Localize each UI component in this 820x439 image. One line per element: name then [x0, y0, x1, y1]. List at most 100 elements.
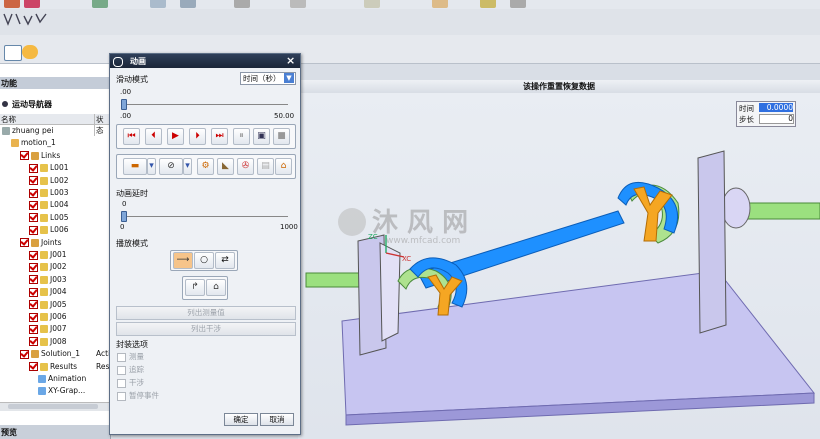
interference-button[interactable]: ⚙: [197, 158, 214, 175]
grid-view-icon[interactable]: [4, 45, 22, 61]
visibility-checkbox[interactable]: [29, 312, 38, 322]
save-icon[interactable]: [92, 0, 108, 8]
tree-row[interactable]: Animation: [0, 373, 110, 385]
settings-icon[interactable]: [510, 0, 526, 8]
tree-row[interactable]: L001: [0, 162, 110, 174]
pause-button[interactable]: ⏸: [233, 128, 250, 145]
graphics-viewport[interactable]: ZC XC 沐 风 网 www.mfcad.com 时间 0.0000 步长 0: [298, 93, 820, 439]
col-name[interactable]: 名称: [1, 114, 16, 125]
visibility-checkbox[interactable]: [29, 188, 38, 198]
visibility-checkbox[interactable]: [29, 163, 38, 173]
navigator-scrollbar[interactable]: [0, 402, 110, 411]
tree-row[interactable]: L003: [0, 187, 110, 199]
key-icon[interactable]: [22, 45, 38, 59]
option-interference-checkbox[interactable]: [117, 378, 126, 388]
tree-row[interactable]: XY-Grap...: [0, 385, 110, 397]
delay-slider-track[interactable]: [122, 216, 288, 217]
loop-button[interactable]: ○: [194, 252, 214, 269]
time-slider-handle[interactable]: [121, 99, 127, 110]
rewind-start-button[interactable]: ⏮: [123, 128, 140, 145]
visibility-checkbox[interactable]: [29, 262, 38, 272]
layer-icon[interactable]: [432, 0, 448, 8]
tree-row[interactable]: L006: [0, 224, 110, 236]
trace-tool-button[interactable]: ⊘: [159, 158, 183, 175]
visibility-checkbox[interactable]: [29, 250, 38, 260]
visibility-checkbox[interactable]: [29, 213, 38, 223]
tree-row[interactable]: Links: [0, 150, 110, 162]
pin-icon[interactable]: [2, 101, 8, 107]
tree-row[interactable]: ResultsResu: [0, 361, 110, 373]
visibility-checkbox[interactable]: [29, 200, 38, 210]
time-slider-track[interactable]: [122, 104, 288, 105]
trace-dropdown-icon[interactable]: ▾: [183, 158, 192, 175]
measure-dropdown-icon[interactable]: ▾: [147, 158, 156, 175]
tree-row[interactable]: Solution_1 Acti: [0, 348, 110, 360]
color-icon[interactable]: [480, 0, 496, 8]
preview-bar[interactable]: 预览: [0, 425, 110, 439]
option-interference[interactable]: 干涉: [117, 377, 144, 388]
visibility-checkbox[interactable]: [20, 238, 29, 248]
tree-row[interactable]: J004: [0, 286, 110, 298]
visibility-checkbox[interactable]: [20, 349, 29, 359]
dialog-title-bar[interactable]: 动画 ×: [110, 54, 300, 68]
visibility-checkbox[interactable]: [29, 324, 38, 334]
step-back-button[interactable]: ⏴: [145, 128, 162, 145]
ping-pong-button[interactable]: ⇄: [215, 252, 235, 269]
redo-icon[interactable]: [24, 0, 40, 8]
tree-row[interactable]: J008: [0, 336, 110, 348]
tree-row[interactable]: L005: [0, 212, 110, 224]
ok-button[interactable]: 确定: [224, 413, 258, 426]
tree-row[interactable]: Joints: [0, 237, 110, 249]
option-measure-checkbox[interactable]: [117, 352, 126, 362]
visibility-checkbox[interactable]: [29, 337, 38, 347]
tree-row[interactable]: J001: [0, 249, 110, 261]
close-icon[interactable]: ×: [286, 54, 295, 67]
step-mode-b-button[interactable]: ⌂: [206, 279, 226, 296]
tree-row[interactable]: J002: [0, 261, 110, 273]
stop-button[interactable]: ■: [273, 128, 290, 145]
cancel-button[interactable]: 取消: [260, 413, 294, 426]
play-once-button[interactable]: ⟶: [173, 252, 193, 269]
measure-tool-button[interactable]: ▬: [123, 158, 147, 175]
point-icon[interactable]: [290, 0, 306, 8]
visibility-checkbox[interactable]: [29, 287, 38, 297]
option-trace-checkbox[interactable]: [117, 365, 126, 375]
fit-icon[interactable]: [150, 0, 166, 8]
option-measure[interactable]: 测量: [117, 351, 144, 362]
home-button[interactable]: ⌂: [275, 158, 292, 175]
forward-end-button[interactable]: ⏭: [211, 128, 228, 145]
disabled-tool-button[interactable]: ▤: [257, 158, 274, 175]
tree-row[interactable]: J007: [0, 323, 110, 335]
option-trace[interactable]: 追踪: [117, 364, 144, 375]
chevron-down-icon[interactable]: ▼: [284, 73, 294, 83]
export-frames-button[interactable]: ▣: [253, 128, 270, 145]
visibility-checkbox[interactable]: [29, 300, 38, 310]
mode-select[interactable]: 时间（秒） ▼: [240, 72, 296, 85]
explode-button[interactable]: ◣: [217, 158, 234, 175]
visibility-checkbox[interactable]: [29, 176, 38, 186]
tree-row[interactable]: L002: [0, 175, 110, 187]
tree-row[interactable]: L004: [0, 199, 110, 211]
list-interference-button[interactable]: 列出干涉: [116, 322, 296, 336]
component-button[interactable]: ✇: [237, 158, 254, 175]
tree-row[interactable]: zhuang pei: [0, 125, 110, 137]
select-icon[interactable]: [180, 0, 196, 8]
snap-icon[interactable]: [234, 0, 250, 8]
scroll-thumb[interactable]: [8, 404, 98, 409]
visibility-checkbox[interactable]: [29, 275, 38, 285]
visibility-checkbox[interactable]: [20, 151, 29, 161]
step-forward-button[interactable]: ⏵: [189, 128, 206, 145]
delay-slider-handle[interactable]: [121, 211, 127, 222]
analysis-icon[interactable]: [364, 0, 380, 8]
step-mode-a-button[interactable]: ↱: [185, 279, 205, 296]
undo-icon[interactable]: [4, 0, 20, 8]
tree-row[interactable]: J005: [0, 299, 110, 311]
tree-row[interactable]: J006: [0, 311, 110, 323]
tree-row[interactable]: J003: [0, 274, 110, 286]
visibility-checkbox[interactable]: [29, 362, 38, 372]
tree-row[interactable]: motion_1: [0, 137, 110, 149]
sketch-tools-icon[interactable]: [2, 12, 50, 26]
option-pause-event[interactable]: 暂停事件: [117, 390, 159, 401]
visibility-checkbox[interactable]: [29, 225, 38, 235]
option-pause-checkbox[interactable]: [117, 391, 126, 401]
